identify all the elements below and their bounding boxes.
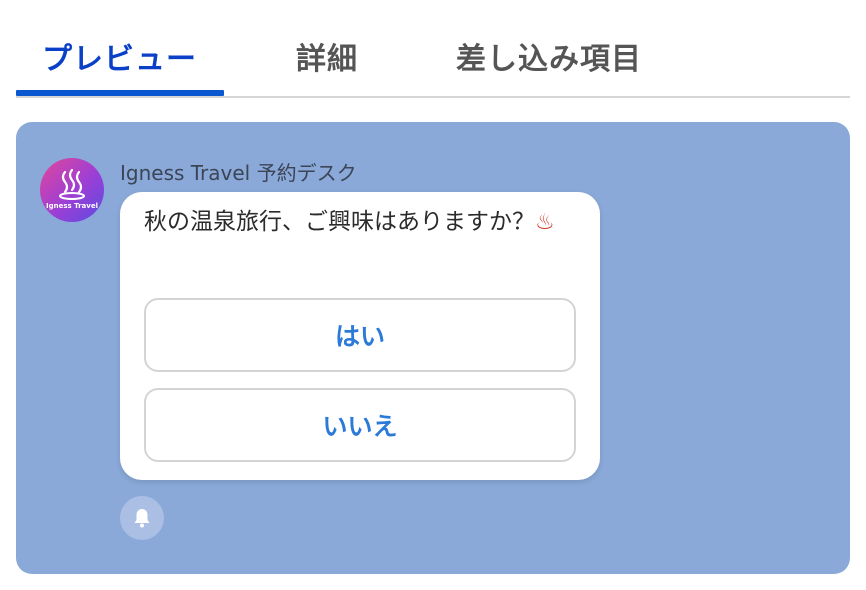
active-tab-indicator (16, 90, 224, 96)
tab-bar: プレビュー 詳細 差し込み項目 (16, 0, 850, 98)
message-bubble: 秋の温泉旅行、ご興味はありますか？♨ はい いいえ (120, 192, 600, 480)
tab-details[interactable]: 詳細 (296, 34, 358, 80)
tab-merge-fields[interactable]: 差し込み項目 (456, 34, 642, 80)
tab-preview[interactable]: プレビュー (42, 34, 197, 80)
reply-yes-button[interactable]: はい (144, 298, 576, 372)
bell-icon (134, 509, 150, 528)
hot-springs-icon (59, 168, 85, 200)
avatar-label: Igness Travel (45, 202, 98, 210)
reply-no-button[interactable]: いいえ (144, 388, 576, 462)
hot-springs-emoji: ♨ (535, 210, 555, 235)
sender-name: Igness Travel 予約デスク (120, 161, 357, 185)
message-text: 秋の温泉旅行、ご興味はありますか？ (144, 209, 535, 235)
avatar: Igness Travel (40, 158, 104, 222)
message-text-block: 秋の温泉旅行、ご興味はありますか？♨ (144, 204, 564, 241)
notification-button[interactable] (120, 496, 164, 540)
preview-panel: Igness Travel Igness Travel 予約デスク 秋の温泉旅行… (16, 122, 850, 574)
